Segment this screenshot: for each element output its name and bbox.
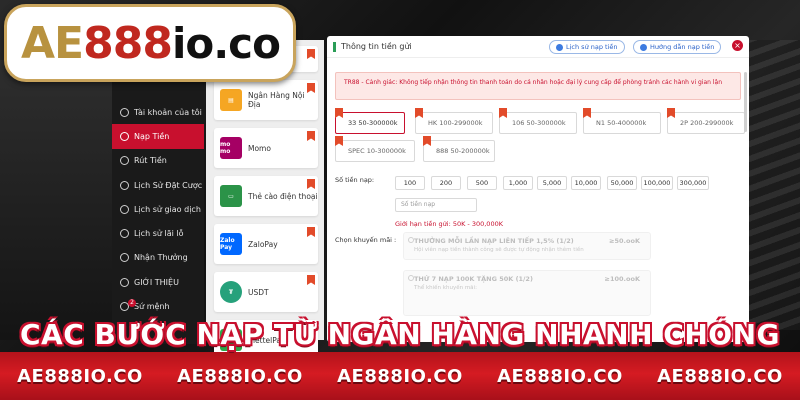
panel-header: Thông tin tiền gửi Lịch sử nạp tiền Hướn… bbox=[327, 36, 749, 58]
card-icon: ▭ bbox=[220, 185, 242, 207]
channel-option[interactable]: 106 50-300000k bbox=[499, 108, 577, 134]
mission-badge: 2 bbox=[128, 298, 136, 307]
band-brand-text: AE888IO.CO bbox=[17, 365, 143, 387]
user-icon bbox=[120, 107, 129, 117]
hot-tag-icon bbox=[307, 49, 315, 59]
panel-scrollbar[interactable] bbox=[744, 72, 747, 132]
banner-headline: CÁC BƯỚC NẠP TỪ NGÂN HÀNG NHANH CHÓNG bbox=[19, 318, 780, 351]
deposit-panel: Thông tin tiền gửi Lịch sử nạp tiền Hướn… bbox=[327, 36, 749, 342]
amount-chip[interactable]: 10,000 bbox=[571, 176, 601, 190]
flag-icon bbox=[499, 108, 507, 118]
menu-item-referral[interactable]: GIỚI THIỆU bbox=[112, 270, 204, 294]
flag-icon bbox=[583, 108, 591, 118]
header-accent-bar bbox=[333, 42, 336, 52]
help-icon bbox=[640, 43, 647, 51]
referral-icon bbox=[120, 277, 129, 287]
amount-chip[interactable]: 100 bbox=[395, 176, 425, 190]
flag-icon bbox=[423, 136, 431, 146]
amount-chip[interactable]: 5,000 bbox=[537, 176, 567, 190]
panel-title: Thông tin tiền gửi bbox=[341, 42, 412, 51]
payment-method-bank[interactable]: ▤ Ngân Hàng Nội Địa bbox=[214, 80, 318, 120]
hot-tag-icon bbox=[307, 179, 315, 189]
flag-icon bbox=[335, 108, 343, 118]
background-decoration bbox=[740, 40, 800, 330]
momo-icon: mo mo bbox=[220, 137, 242, 159]
payment-method-card[interactable]: ▭ Thẻ cào điện thoại bbox=[214, 176, 318, 216]
history-icon bbox=[120, 180, 129, 190]
amount-chip[interactable]: 50,000 bbox=[607, 176, 637, 190]
amount-chip[interactable]: 1,000 bbox=[503, 176, 533, 190]
payment-method-list: ▤ Ngân Hàng Nội Địa mo mo Momo ▭ Thẻ cào đi… bbox=[206, 40, 324, 360]
fraud-warning: TR88 - Cảnh giác: Không tiếp nhận thông … bbox=[335, 72, 741, 100]
deposit-icon bbox=[120, 131, 129, 141]
history-icon bbox=[556, 43, 563, 51]
band-brand-text: AE888IO.CO bbox=[657, 365, 783, 387]
hot-tag-icon bbox=[307, 275, 315, 285]
account-side-menu: Của Tôi Tài khoản của tôi Nạp Tiền Rút T… bbox=[112, 64, 204, 344]
hot-tag-icon bbox=[307, 131, 315, 141]
menu-item-withdraw[interactable]: Rút Tiền bbox=[112, 149, 204, 173]
menu-item-rewards[interactable]: Nhận Thưởng bbox=[112, 246, 204, 270]
menu-item-mission[interactable]: 2 Sứ mệnh bbox=[112, 294, 204, 318]
channel-option[interactable]: 888 50-200000k bbox=[423, 136, 495, 162]
channel-option[interactable]: 33 50-300000k bbox=[335, 108, 405, 134]
menu-item-transaction-history[interactable]: Lịch sử giao dịch bbox=[112, 197, 204, 221]
zalopay-icon: Zalo Pay bbox=[220, 233, 242, 255]
deposit-history-button[interactable]: Lịch sử nạp tiền bbox=[549, 40, 625, 54]
payment-method-momo[interactable]: mo mo Momo bbox=[214, 128, 318, 168]
channel-option[interactable]: N1 50-400000k bbox=[583, 108, 661, 134]
gift-icon bbox=[120, 253, 129, 263]
deposit-guide-button[interactable]: Hướng dẫn nạp tiền bbox=[633, 40, 722, 54]
bottom-brand-band: AE888IO.CO AE888IO.CO AE888IO.CO AE888IO… bbox=[0, 352, 800, 400]
menu-item-profit-loss[interactable]: Lịch sử lãi lỗ bbox=[112, 221, 204, 245]
promo-option[interactable]: THỨ 7 NẠP 100K TẶNG 50K (1/2) ≥100.ooK T… bbox=[403, 270, 651, 316]
background-left-panel bbox=[0, 60, 112, 340]
band-brand-text: AE888IO.CO bbox=[337, 365, 463, 387]
hot-tag-icon bbox=[307, 227, 315, 237]
amount-input[interactable]: Số tiền nạp bbox=[395, 198, 477, 212]
deposit-limit: Giới hạn tiền gửi: 50K - 300,000K bbox=[395, 220, 503, 228]
flag-icon bbox=[667, 108, 675, 118]
bank-icon: ▤ bbox=[220, 89, 242, 111]
payment-method-zalopay[interactable]: Zalo Pay ZaloPay bbox=[214, 224, 318, 264]
channel-option[interactable]: HK 100-299000k bbox=[415, 108, 493, 134]
logo-text: AE888io.co bbox=[21, 17, 281, 69]
usdt-icon: ₮ bbox=[220, 281, 242, 303]
promo-label: Chọn khuyến mãi : bbox=[335, 236, 397, 244]
menu-item-deposit[interactable]: Nạp Tiền bbox=[112, 124, 204, 149]
band-brand-text: AE888IO.CO bbox=[177, 365, 303, 387]
flag-icon bbox=[415, 108, 423, 118]
flag-icon bbox=[335, 136, 343, 146]
menu-item-my-account[interactable]: Tài khoản của tôi bbox=[112, 100, 204, 124]
promo-option[interactable]: THƯỞNG MỖI LẦN NẠP LIÊN TIẾP 1,5% (1/2) … bbox=[403, 232, 651, 260]
amount-chip[interactable]: 500 bbox=[467, 176, 497, 190]
amount-chip[interactable]: 100,000 bbox=[641, 176, 673, 190]
chart-icon bbox=[120, 229, 129, 239]
menu-item-bet-history[interactable]: Lịch Sử Đặt Cược bbox=[112, 173, 204, 197]
site-logo[interactable]: AE888io.co bbox=[4, 4, 296, 82]
withdraw-icon bbox=[120, 156, 129, 166]
transaction-icon bbox=[120, 204, 129, 214]
channel-option[interactable]: SPEC 10-300000k bbox=[335, 136, 415, 162]
amount-chip[interactable]: 200 bbox=[431, 176, 461, 190]
close-button[interactable]: × bbox=[732, 40, 743, 51]
channel-option[interactable]: 2P 200-299000k bbox=[667, 108, 745, 134]
amount-chip[interactable]: 300,000 bbox=[677, 176, 709, 190]
amount-label: Số tiền nạp: bbox=[335, 176, 375, 184]
payment-method-usdt[interactable]: ₮ USDT bbox=[214, 272, 318, 312]
band-brand-text: AE888IO.CO bbox=[497, 365, 623, 387]
